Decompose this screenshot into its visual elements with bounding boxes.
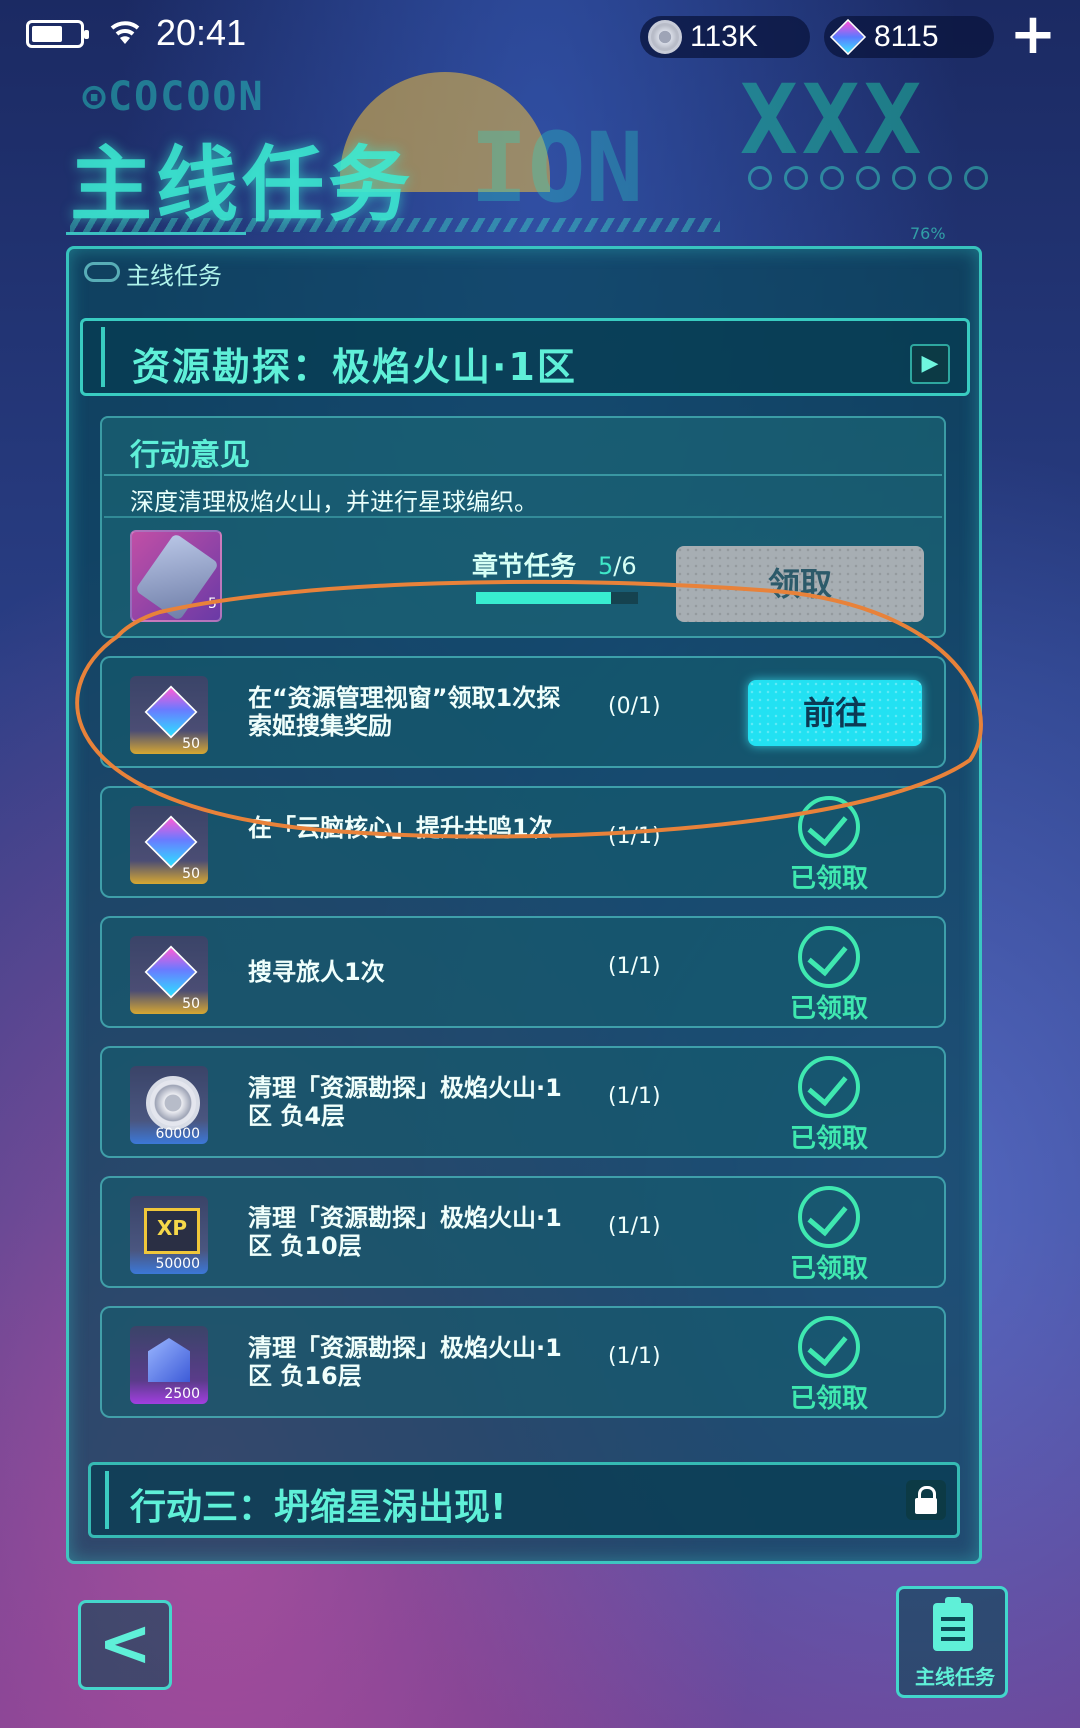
check-icon bbox=[798, 1316, 860, 1378]
task-progress: (1/1) bbox=[608, 824, 661, 849]
reward-qty: 60000 bbox=[155, 1126, 200, 1142]
task-row: 60000 清理「资源勘探」极焰火山·1区 负4层 (1/1) 已领取 bbox=[100, 1046, 946, 1158]
progress-current: 5 bbox=[598, 552, 614, 580]
reward-qty: 50 bbox=[182, 736, 200, 752]
task-progress: (1/1) bbox=[608, 1214, 661, 1239]
gem-balance[interactable]: 8115 bbox=[824, 16, 994, 58]
back-button[interactable]: < bbox=[78, 1600, 172, 1690]
decor-dots bbox=[748, 166, 988, 190]
coin-icon bbox=[648, 20, 682, 54]
task-row: 50 在“资源管理视窗”领取1次探索姬搜集奖励 (0/1) 前往 bbox=[100, 656, 946, 768]
decor-ion: ION bbox=[470, 112, 644, 224]
lock-icon bbox=[906, 1480, 946, 1520]
divider bbox=[104, 516, 942, 518]
chapter-title: 资源勘探：极焰火山·1区 bbox=[132, 345, 577, 389]
main-quest-button[interactable]: 主线任务 bbox=[896, 1586, 1008, 1698]
decor-percent: 76% bbox=[910, 224, 946, 243]
reward-qty: 2500 bbox=[164, 1386, 200, 1402]
battery-icon bbox=[26, 20, 89, 48]
section-title: 行动意见 bbox=[130, 438, 250, 473]
claim-button[interactable]: 领取 bbox=[676, 546, 924, 622]
wifi-icon bbox=[108, 18, 142, 52]
chapter-task-label: 章节任务 bbox=[472, 552, 577, 582]
task-row: 2500 清理「资源勘探」极焰火山·1区 负16层 (1/1) 已领取 bbox=[100, 1306, 946, 1418]
task-description: 搜寻旅人1次 bbox=[248, 958, 385, 986]
claimed-label: 已领取 bbox=[790, 1384, 869, 1414]
decor-stripe bbox=[70, 218, 720, 232]
coin-balance[interactable]: 113K bbox=[640, 16, 810, 58]
clipboard-icon bbox=[933, 1597, 973, 1651]
gem-icon[interactable]: 50 bbox=[130, 676, 208, 754]
add-currency-button[interactable]: + bbox=[1008, 7, 1058, 63]
check-icon bbox=[798, 926, 860, 988]
task-row: 50 搜寻旅人1次 (1/1) 已领取 bbox=[100, 916, 946, 1028]
coin-icon[interactable]: 60000 bbox=[130, 1066, 208, 1144]
main-quest-label: 主线任务 bbox=[915, 1665, 995, 1689]
panel-logo-icon bbox=[84, 262, 120, 282]
task-progress: (1/1) bbox=[608, 1084, 661, 1109]
task-description: 在“资源管理视窗”领取1次探索姬搜集奖励 bbox=[248, 684, 561, 740]
progress-fill bbox=[476, 592, 611, 604]
claimed-label: 已领取 bbox=[790, 864, 869, 894]
block-icon[interactable]: 2500 bbox=[130, 1326, 208, 1404]
task-description: 清理「资源勘探」极焰火山·1区 负16层 bbox=[248, 1334, 562, 1390]
panel-label: 主线任务 bbox=[126, 262, 222, 290]
go-button[interactable]: 前往 bbox=[748, 680, 922, 746]
gem-icon bbox=[829, 18, 867, 56]
gem-icon[interactable]: 50 bbox=[130, 806, 208, 884]
decor-xxx: XXX bbox=[740, 64, 926, 176]
play-icon[interactable]: ▶ bbox=[910, 344, 950, 384]
gem-amount: 8115 bbox=[874, 20, 939, 53]
claimed-label: 已领取 bbox=[790, 1254, 869, 1284]
gem-icon[interactable]: 50 bbox=[130, 936, 208, 1014]
coin-amount: 113K bbox=[690, 20, 758, 53]
reward-qty: 50 bbox=[182, 996, 200, 1012]
locked-chapter-title: 行动三：坍缩星涡出现! bbox=[130, 1487, 507, 1528]
task-description: 清理「资源勘探」极焰火山·1区 负10层 bbox=[248, 1204, 562, 1260]
claimed-label: 已领取 bbox=[790, 994, 869, 1024]
check-icon bbox=[798, 1056, 860, 1118]
check-icon bbox=[798, 796, 860, 858]
decor-brand: ⊙COCOON bbox=[82, 74, 265, 120]
reward-qty: 50 bbox=[182, 866, 200, 882]
reward-qty: 50000 bbox=[155, 1256, 200, 1272]
progress-total: /6 bbox=[613, 552, 637, 580]
task-progress: (1/1) bbox=[608, 1344, 661, 1369]
chapter-progress-bar bbox=[476, 592, 638, 604]
task-progress: (1/1) bbox=[608, 954, 661, 979]
chapter-progress: 5/6 bbox=[598, 552, 637, 580]
task-description: 在「云脑核心」提升共鸣1次 bbox=[248, 814, 553, 842]
xp-icon[interactable]: 50000 bbox=[130, 1196, 208, 1274]
task-description: 清理「资源勘探」极焰火山·1区 负4层 bbox=[248, 1074, 562, 1130]
task-row: 50 在「云脑核心」提升共鸣1次 (1/1) 已领取 bbox=[100, 786, 946, 898]
clock: 20:41 bbox=[156, 12, 247, 53]
check-icon bbox=[798, 1186, 860, 1248]
section-description: 深度清理极焰火山，并进行星球编织。 bbox=[130, 488, 538, 516]
divider bbox=[104, 474, 942, 476]
claimed-label: 已领取 bbox=[790, 1124, 869, 1154]
chapter-reward-qty: 5 bbox=[208, 596, 217, 612]
task-progress: (0/1) bbox=[608, 694, 661, 719]
task-row: 50000 清理「资源勘探」极焰火山·1区 负10层 (1/1) 已领取 bbox=[100, 1176, 946, 1288]
